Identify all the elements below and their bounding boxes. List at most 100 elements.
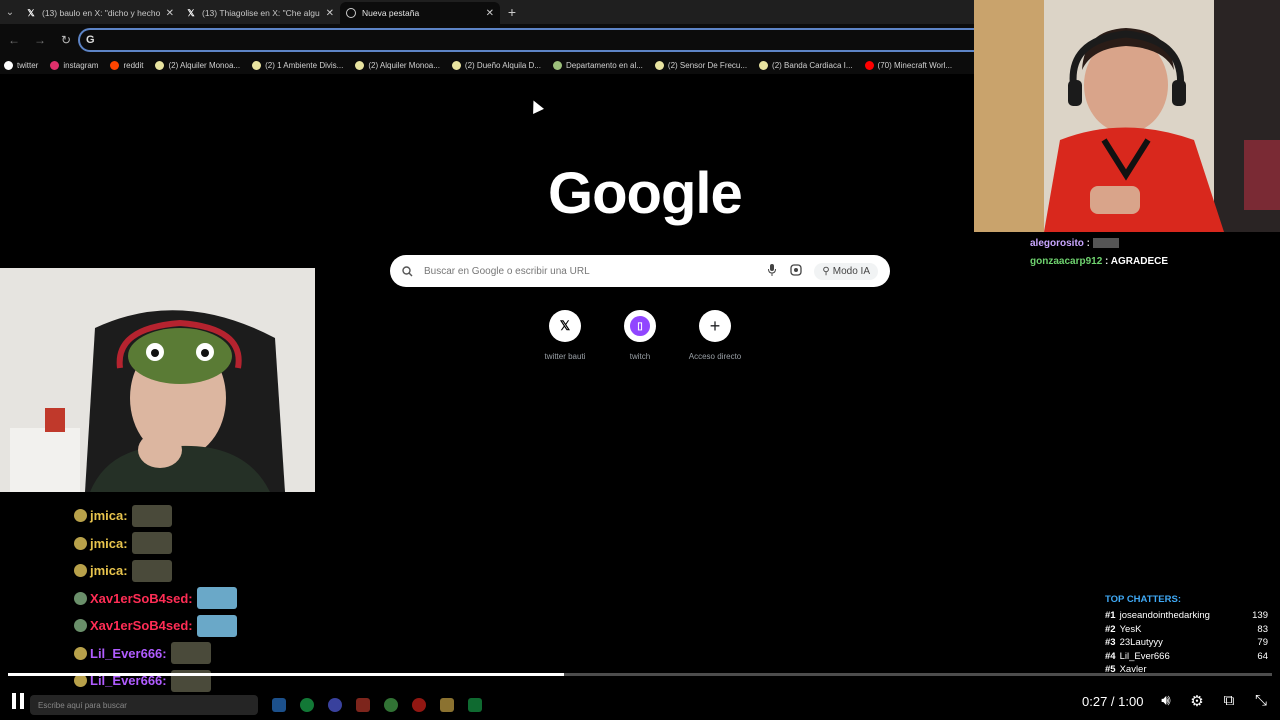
- close-icon[interactable]: ✕: [166, 8, 174, 19]
- bookmark-item[interactable]: (2) Dueño Alquila D...: [451, 60, 541, 70]
- chat-username: Lil_Ever666: [90, 645, 163, 661]
- top-chatters-title: TOP CHATTERS:: [1105, 594, 1182, 605]
- chatter-identity: #1 joseandointhedarking: [1105, 610, 1210, 621]
- bookmark-item[interactable]: (2) Banda Cardiaca I...: [759, 60, 853, 70]
- top-chatter-row: #3 23Lautyyy 79: [1105, 637, 1268, 648]
- shortcut-add[interactable]: + Acceso directo: [685, 310, 745, 361]
- volume-icon[interactable]: 🔊︎: [1157, 692, 1175, 710]
- chatter-rank: #3: [1105, 637, 1116, 648]
- chatter-count: 83: [1257, 623, 1268, 635]
- close-icon[interactable]: ✕: [486, 8, 494, 19]
- chatter-count: 64: [1257, 650, 1268, 662]
- chat-badge-icon: [74, 536, 87, 550]
- bookmark-item[interactable]: (2) Alquiler Monoa...: [355, 60, 440, 70]
- chat-separator: :: [123, 508, 128, 524]
- chat-badge-icon: [74, 646, 87, 660]
- google-search-box[interactable]: ⚲ Modo IA: [390, 255, 890, 287]
- tab-title: Nueva pestaña: [362, 8, 420, 18]
- chatter-identity: #2 YesK: [1105, 624, 1141, 635]
- chat-username: alegorosito: [1030, 238, 1084, 249]
- microphone-icon[interactable]: [764, 263, 780, 279]
- emote-icon: [196, 614, 237, 637]
- chat-separator: :: [188, 618, 193, 634]
- reload-button[interactable]: ↻: [56, 30, 76, 50]
- webcam-top-right: [974, 0, 1280, 232]
- bookmark-item[interactable]: twitter: [4, 60, 38, 70]
- chatter-name: 23Lautyyy: [1119, 637, 1163, 648]
- bookmark-favicon-icon: [4, 60, 13, 70]
- shortcut-twitch[interactable]: ▯ twitch: [610, 310, 670, 361]
- video-progress-bar[interactable]: [8, 673, 1272, 676]
- chatter-name: YesK: [1119, 623, 1142, 635]
- bookmark-item[interactable]: (70) Minecraft Worl...: [864, 60, 952, 70]
- exit-fullscreen-icon[interactable]: ⤡: [1252, 692, 1270, 710]
- emote-icon: [196, 587, 237, 610]
- mouse-cursor-icon: [528, 98, 544, 114]
- chat-text: AGRADECE: [1110, 256, 1169, 267]
- clip-icon[interactable]: ⧉: [1220, 692, 1238, 710]
- emote-icon: [1092, 238, 1119, 249]
- shortcut-label: Acceso directo: [688, 352, 742, 361]
- chat-username: jmica: [90, 563, 124, 579]
- address-bar[interactable]: G: [78, 28, 978, 52]
- settings-gear-icon[interactable]: ⚙: [1188, 692, 1206, 710]
- bookmark-label: reddit: [123, 60, 144, 70]
- chat-separator: :: [188, 590, 193, 606]
- video-time: 0:27 / 1:00: [1082, 694, 1144, 709]
- emote-icon: [170, 642, 211, 665]
- chatter-count: 139: [1252, 610, 1268, 621]
- back-button[interactable]: ←: [4, 30, 24, 50]
- emote-icon: [131, 532, 172, 555]
- chat-message: jmica:: [74, 502, 334, 530]
- bookmark-item[interactable]: (2) Alquiler Monoa...: [155, 60, 240, 70]
- pause-button[interactable]: [12, 693, 28, 709]
- chat-message: Lil_Ever666:: [74, 640, 334, 668]
- shortcut-label: twitter bauti: [544, 352, 586, 361]
- chat-message: jmica:: [74, 557, 334, 585]
- x-logo-icon: 𝕏: [549, 310, 581, 342]
- forward-button[interactable]: →: [30, 30, 50, 50]
- bookmark-label: (2) 1 Ambiente Divis...: [265, 60, 344, 70]
- top-chatter-row: #2 YesK 83: [1105, 624, 1268, 635]
- webcam-bottom-left: [0, 268, 315, 492]
- close-icon[interactable]: ✕: [326, 8, 334, 19]
- chat-username: Xav1erSoB4sed: [90, 590, 189, 606]
- shortcut-twitter-bauti[interactable]: 𝕏 twitter bauti: [535, 310, 595, 361]
- chat-badge-icon: [74, 564, 87, 578]
- google-lens-icon[interactable]: [788, 263, 804, 279]
- search-icon: [402, 265, 414, 277]
- chat-message: gonzaacarp912 : AGRADECE: [1030, 256, 1169, 267]
- chrome-icon: [346, 8, 356, 18]
- tab-0[interactable]: 𝕏 (13) baulo en X: "dicho y hecho ✕: [20, 2, 180, 24]
- chat-overlay-left: jmica: jmica: jmica: Xav1erSoB4sed: Xav1erSo…: [74, 502, 334, 695]
- bookmark-favicon-icon: [155, 60, 165, 70]
- bookmark-item[interactable]: reddit: [110, 60, 144, 70]
- ai-mode-label: Modo IA: [832, 265, 870, 277]
- bookmark-item[interactable]: instagram: [50, 60, 98, 70]
- tab-1[interactable]: 𝕏 (13) Thiagolise en X: "Che algu ✕: [180, 2, 340, 24]
- bookmark-item[interactable]: (2) 1 Ambiente Divis...: [252, 60, 344, 70]
- tab-title: (13) baulo en X: "dicho y hecho: [42, 8, 160, 18]
- bookmark-favicon-icon: [552, 60, 562, 70]
- address-input[interactable]: [100, 34, 901, 46]
- chat-username: gonzaacarp912: [1030, 256, 1103, 267]
- tab-2[interactable]: Nueva pestaña ✕: [340, 2, 500, 24]
- ai-mode-button[interactable]: ⚲ Modo IA: [814, 262, 878, 280]
- google-logo: Google: [548, 161, 743, 226]
- new-tab-button[interactable]: +: [500, 4, 524, 20]
- bookmark-favicon-icon: [50, 60, 60, 70]
- x-logo-icon: 𝕏: [27, 7, 35, 18]
- bookmark-label: (2) Sensor De Frecu...: [667, 60, 748, 70]
- bookmark-label: (2) Banda Cardiaca I...: [772, 60, 853, 70]
- bookmark-item[interactable]: Departamento en al...: [552, 60, 643, 70]
- bookmark-favicon-icon: [759, 60, 769, 70]
- emote-icon: [131, 559, 172, 582]
- bookmark-item[interactable]: (2) Sensor De Frecu...: [654, 60, 748, 70]
- google-search-input[interactable]: [424, 265, 757, 277]
- tab-search-button[interactable]: ⌄: [0, 0, 20, 24]
- plus-icon: +: [699, 310, 731, 342]
- twitch-icon: ▯: [624, 310, 656, 342]
- bookmark-favicon-icon: [864, 60, 874, 70]
- top-chatter-row: #1 joseandointhedarking 139: [1105, 610, 1268, 621]
- progress-fill: [8, 673, 565, 676]
